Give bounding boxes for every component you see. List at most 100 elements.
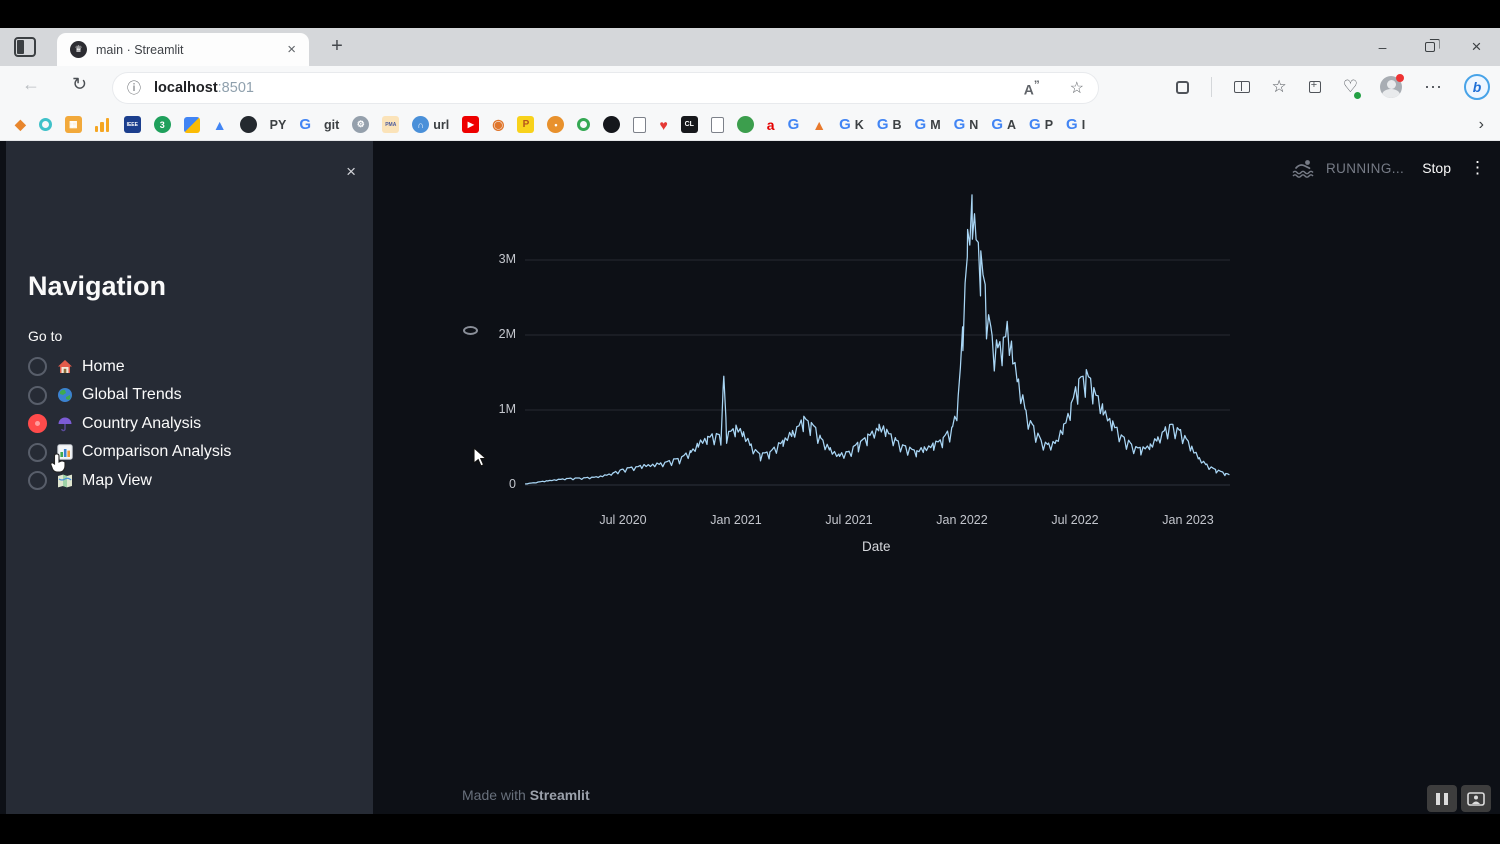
coin-favicon[interactable] [737, 116, 754, 133]
google-gi-favicon-glyph: G [1066, 116, 1078, 133]
py-favicon[interactable]: PY [270, 118, 287, 132]
refresh-icon[interactable]: ↻ [72, 74, 87, 95]
tab-workspaces-icon[interactable] [14, 37, 36, 57]
line-chart[interactable]: 01M2M3MJul 2020Jan 2021Jul 2021Jan 2022J… [0, 141, 1500, 814]
shield-favicon[interactable]: ⚙ [352, 116, 369, 133]
google-gp-favicon[interactable]: GP [1029, 116, 1053, 133]
restore-button[interactable] [1406, 28, 1453, 66]
godaddy-favicon[interactable] [39, 118, 52, 131]
chart-canvas [0, 141, 1500, 814]
google-gb-favicon[interactable]: GB [877, 116, 902, 133]
bird-favicon[interactable] [603, 116, 620, 133]
restore-icon [1425, 42, 1435, 52]
analytics-triangle-favicon[interactable]: ▲ [213, 117, 227, 133]
browser-tab[interactable]: ♛ main · Streamlit × [57, 33, 309, 66]
paytm-favicon[interactable]: P [517, 116, 534, 133]
y-axis-tick: 2M [476, 327, 516, 341]
bookmark-label: B [893, 118, 902, 132]
bookmarks-bar: ◆▦IEEE3▲PYGgit⚙PMA∩url▶◉P•♥CLaG▲GKGBGMGN… [0, 109, 1500, 141]
chart-box-favicon-glyph: ▦ [65, 116, 82, 133]
tab-close-icon[interactable]: × [284, 41, 299, 58]
tab-title: main · Streamlit [96, 43, 284, 57]
github-favicon[interactable] [240, 116, 257, 133]
cl-favicon[interactable]: CL [681, 116, 698, 133]
site-info-icon[interactable]: ⓘ [127, 78, 141, 98]
profile-avatar[interactable] [1380, 76, 1402, 98]
notification-dot [1396, 74, 1404, 82]
bookmark-label: PY [270, 118, 287, 132]
new-tab-button[interactable]: + [323, 35, 351, 58]
green-ring-favicon[interactable] [577, 118, 590, 131]
document2-favicon[interactable] [711, 117, 724, 133]
bookmark-label: N [969, 118, 978, 132]
camera-favicon[interactable]: • [547, 116, 564, 133]
document2-favicon-glyph [711, 117, 724, 133]
minimize-button[interactable]: – [1359, 28, 1406, 66]
google-ads-favicon-glyph [184, 117, 200, 133]
pause-button[interactable] [1427, 785, 1457, 812]
matlab-favicon-glyph: ▲ [812, 117, 826, 133]
bird-favicon-glyph [603, 116, 620, 133]
google-g-favicon[interactable]: G [299, 116, 311, 133]
google-gk-favicon[interactable]: GK [839, 116, 864, 133]
google-gm-favicon[interactable]: GM [915, 116, 941, 133]
close-window-button[interactable]: × [1453, 28, 1500, 66]
back-icon[interactable]: ← [22, 74, 40, 95]
y-axis-tick: 0 [476, 477, 516, 491]
google-g2-favicon[interactable]: G [788, 116, 800, 133]
ieee-favicon[interactable]: IEEE [124, 116, 141, 133]
document-favicon[interactable] [633, 117, 646, 133]
x-axis-tick: Jul 2022 [1040, 513, 1110, 527]
favorites-icon[interactable]: ☆ [1272, 77, 1287, 97]
streamlit-app: × Navigation Go to HomeGlobal TrendsCoun… [0, 141, 1500, 814]
git-favicon[interactable]: git [324, 118, 339, 132]
phpmyadmin-favicon[interactable]: PMA [382, 116, 399, 133]
split-screen-icon[interactable] [1234, 81, 1250, 93]
address-bar[interactable]: ⓘ localhost :8501 A” ☆ [113, 73, 1098, 103]
youtube-favicon-glyph: ▶ [462, 116, 479, 133]
collections-icon[interactable] [1309, 81, 1321, 93]
google-ga-favicon[interactable]: GA [991, 116, 1016, 133]
camera-favicon-glyph: • [547, 116, 564, 133]
picture-in-picture-icon [1467, 792, 1485, 806]
cl-favicon-glyph: CL [681, 116, 698, 133]
analytics-bars-favicon-glyph [95, 117, 111, 132]
settings-menu-icon[interactable]: ⋯ [1424, 77, 1442, 98]
google-ads-favicon[interactable] [184, 117, 200, 133]
x-axis-tick: Jan 2023 [1153, 513, 1223, 527]
analytics-bars-favicon[interactable] [95, 117, 111, 132]
google-gn-favicon[interactable]: GN [954, 116, 979, 133]
x-axis-tick: Jan 2021 [701, 513, 771, 527]
airtel-favicon[interactable]: a [767, 117, 775, 133]
screen: ♛ main · Streamlit × + – × ← ↻ ⓘ localho… [0, 0, 1500, 844]
github-favicon-glyph [240, 116, 257, 133]
eye-favicon-glyph: ◉ [492, 116, 504, 133]
y-axis-tick: 3M [476, 252, 516, 266]
youtube-favicon[interactable]: ▶ [462, 116, 479, 133]
bookmark-label: M [930, 118, 940, 132]
y-axis-tick: 1M [476, 402, 516, 416]
kite-favicon[interactable]: ◆ [15, 116, 26, 133]
add-favorite-icon[interactable]: ☆ [1070, 78, 1084, 98]
google-g2-favicon-glyph: G [788, 116, 800, 133]
google-gi-favicon[interactable]: GI [1066, 116, 1085, 133]
x-axis-tick: Jul 2020 [588, 513, 658, 527]
google-gn-favicon-glyph: G [954, 116, 966, 133]
heart-favicon[interactable]: ♥ [659, 117, 667, 133]
tab-strip: ♛ main · Streamlit × + [0, 28, 1500, 66]
browser-toolbar: ← ↻ ⓘ localhost :8501 A” ☆ ☆ ♡ ⋯ b [0, 66, 1500, 109]
chart-box-favicon[interactable]: ▦ [65, 116, 82, 133]
streamlit-favicon: ♛ [70, 41, 87, 58]
copilot-icon[interactable]: b [1464, 74, 1490, 100]
read-aloud-icon[interactable]: A” [1024, 79, 1040, 98]
three-favicon[interactable]: 3 [154, 116, 171, 133]
browser-essentials-icon[interactable]: ♡ [1343, 77, 1358, 97]
bookmarks-overflow-icon[interactable]: › [1479, 116, 1484, 134]
speedtest-favicon[interactable]: ∩url [412, 116, 449, 133]
extensions-icon[interactable] [1176, 81, 1189, 94]
url-port: :8501 [218, 80, 254, 96]
x-axis-title: Date [862, 539, 891, 554]
matlab-favicon[interactable]: ▲ [812, 117, 826, 133]
picture-in-picture-button[interactable] [1461, 785, 1491, 812]
eye-favicon[interactable]: ◉ [492, 116, 504, 133]
